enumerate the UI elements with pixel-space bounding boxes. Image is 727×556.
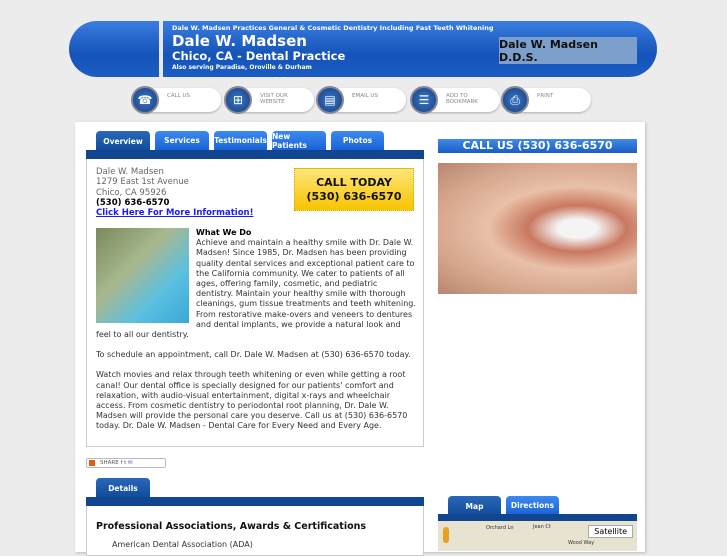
contact-phone: (530) 636-6570 — [96, 197, 170, 208]
dds-badge: Dale W. Madsen D.D.S. — [499, 37, 637, 64]
email-us-button[interactable]: ▤ EMAIL US — [316, 86, 406, 114]
tab-new-patients[interactable]: New Patients — [272, 131, 326, 150]
call-today-label: CALL TODAY — [316, 176, 392, 189]
details-tabs: Details — [96, 478, 150, 499]
map[interactable]: Orchard Ln Jean Ct Wood Way Satellite — [438, 521, 637, 551]
tagline: Dale W. Madsen Practices General & Cosme… — [172, 24, 494, 32]
document-icon: ▤ — [316, 86, 344, 114]
appointment-paragraph: To schedule an appointment, call Dr. Dal… — [96, 350, 411, 360]
header-banner: Dale W. Madsen Practices General & Cosme… — [69, 21, 657, 77]
bookmark-icon: ☰ — [410, 86, 438, 114]
tab-testimonials[interactable]: Testimonials — [214, 131, 267, 150]
street-label: Wood Way — [568, 540, 595, 546]
print-button[interactable]: ⎙ PRINT — [501, 86, 591, 114]
social-icons: f t ✉ — [120, 460, 133, 466]
practice-name: Dale W. Madsen — [172, 32, 307, 50]
associations-heading: Professional Associations, Awards & Cert… — [96, 521, 367, 532]
satellite-button[interactable]: Satellite — [588, 525, 633, 538]
about-text: What We Do Achieve and maintain a health… — [96, 228, 416, 442]
service-areas: Also serving Paradise, Oroville & Durham — [172, 64, 312, 71]
phone-icon: ☎ — [131, 86, 159, 114]
details-bar — [86, 497, 424, 506]
street-label: Jean Ct — [533, 524, 551, 530]
sitemap-icon: ⊞ — [224, 86, 252, 114]
smile-photo — [438, 163, 637, 294]
contact-city: Chico, CA 95926 — [96, 187, 167, 198]
tab-photos[interactable]: Photos — [331, 131, 384, 150]
contact-name: Dale W. Madsen — [96, 167, 164, 177]
tab-services[interactable]: Services — [155, 131, 209, 150]
tab-overview[interactable]: Overview — [96, 131, 150, 152]
practice-location: Chico, CA - Dental Practice — [172, 49, 346, 63]
call-today-box[interactable]: CALL TODAY (530) 636-6570 — [294, 168, 414, 211]
bookmark-button[interactable]: ☰ ADD TO BOOKMARK — [410, 86, 500, 114]
main-tabs: Overview Services Testimonials New Patie… — [96, 131, 384, 152]
contact-info: Dale W. Madsen 1279 East 1st Avenue Chic… — [96, 167, 253, 218]
call-today-phone: (530) 636-6570 — [306, 190, 402, 203]
call-us-button[interactable]: ☎ CALL US — [131, 86, 221, 114]
comfort-paragraph: Watch movies and relax through teeth whi… — [96, 370, 408, 431]
tab-bar — [86, 150, 424, 159]
printer-icon: ⎙ — [501, 86, 529, 114]
divider — [159, 21, 163, 77]
call-us-banner[interactable]: CALL US (530) 636-6570 — [438, 139, 637, 153]
contact-street: 1279 East 1st Avenue — [96, 177, 189, 188]
tab-directions[interactable]: Directions — [506, 496, 559, 515]
street-label: Orchard Ln — [486, 525, 514, 531]
more-info-link[interactable]: Click Here For More Information! — [96, 208, 253, 218]
pegman-icon[interactable] — [443, 527, 449, 543]
visit-website-button[interactable]: ⊞ VISIT OUR WEBSITE — [224, 86, 314, 114]
share-label: SHARE — [100, 460, 119, 466]
tab-details[interactable]: Details — [96, 478, 150, 499]
share-button[interactable]: SHARE f t ✉ — [86, 458, 166, 468]
